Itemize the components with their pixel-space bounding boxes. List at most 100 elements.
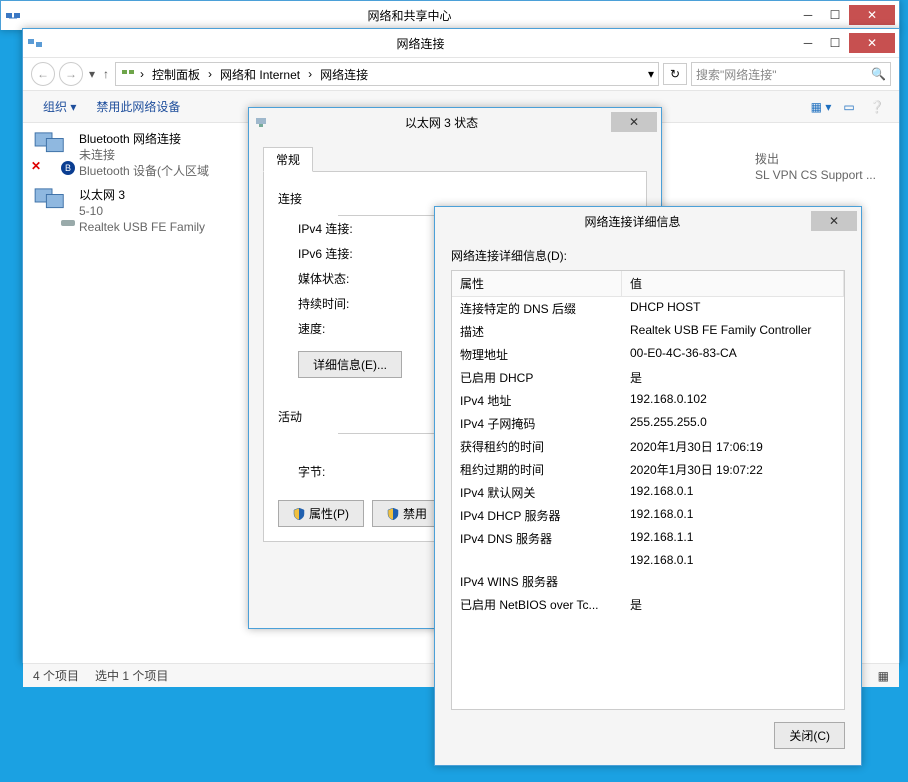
chevron-right-icon: ›	[204, 67, 216, 81]
forward-button[interactable]: →	[59, 62, 83, 86]
properties-button[interactable]: 属性(P)	[278, 500, 364, 527]
tab-general[interactable]: 常规	[263, 147, 313, 172]
value-cell: 192.168.0.1	[622, 504, 844, 527]
search-icon: 🔍	[871, 67, 886, 81]
preview-pane-button[interactable]: ▭	[837, 95, 861, 119]
up-button[interactable]: ↑	[101, 67, 111, 81]
titlebar[interactable]: 网络和共享中心 ─ ☐ ✕	[1, 1, 899, 29]
crumb-segment[interactable]: 网络连接	[316, 66, 372, 83]
table-row[interactable]: 已启用 DHCP是	[452, 366, 844, 389]
property-cell: 已启用 NetBIOS over Tc...	[452, 593, 622, 616]
property-cell: IPv4 DHCP 服务器	[452, 504, 622, 527]
table-row[interactable]: 描述Realtek USB FE Family Controller	[452, 320, 844, 343]
app-icon	[5, 7, 21, 23]
value-cell: 是	[622, 366, 844, 389]
table-row[interactable]: 连接特定的 DNS 后缀DHCP HOST	[452, 297, 844, 320]
selected-count: 选中 1 个项目	[95, 667, 168, 684]
value-cell: 192.168.1.1	[622, 527, 844, 550]
table-row[interactable]: IPv4 地址192.168.0.102	[452, 389, 844, 412]
disable-device-button[interactable]: 禁用此网络设备	[86, 98, 190, 115]
connection-status: 未连接	[79, 147, 209, 163]
value-cell: 是	[622, 593, 844, 616]
chevron-right-icon: ›	[304, 67, 316, 81]
header-property[interactable]: 属性	[452, 271, 622, 296]
search-input[interactable]: 搜索"网络连接" 🔍	[691, 62, 891, 86]
connection-name: 以太网 3	[79, 187, 205, 203]
crumb-segment[interactable]: 控制面板	[148, 66, 204, 83]
connection-status: 拨出	[755, 151, 876, 167]
details-table: 属性 值 连接特定的 DNS 后缀DHCP HOST描述Realtek USB …	[451, 270, 845, 710]
property-cell: IPv4 默认网关	[452, 481, 622, 504]
value-cell: 255.255.255.0	[622, 412, 844, 435]
minimize-button[interactable]: ─	[795, 5, 821, 25]
table-row[interactable]: IPv4 默认网关192.168.0.1	[452, 481, 844, 504]
connection-device: Realtek USB FE Family	[79, 219, 205, 235]
property-cell: 获得租约的时间	[452, 435, 622, 458]
minimize-button[interactable]: ─	[795, 33, 821, 53]
item-count: 4 个项目	[33, 667, 79, 684]
property-cell: 已启用 DHCP	[452, 366, 622, 389]
details-label: 网络连接详细信息(D):	[451, 247, 845, 264]
ethernet-connection-icon	[33, 187, 73, 227]
close-button[interactable]: ✕	[849, 33, 895, 53]
property-cell: IPv4 DNS 服务器	[452, 527, 622, 550]
value-cell	[622, 570, 844, 593]
address-bar: ← → ▾ ↑ › 控制面板 › 网络和 Internet › 网络连接 ▾ ↻…	[23, 57, 899, 91]
table-row[interactable]: 物理地址00-E0-4C-36-83-CA	[452, 343, 844, 366]
organize-menu[interactable]: 组织 ▾	[33, 98, 86, 115]
property-cell: IPv4 子网掩码	[452, 412, 622, 435]
ipv6-conn-label: IPv6 连接:	[298, 245, 418, 262]
maximize-button[interactable]: ☐	[822, 33, 848, 53]
table-header: 属性 值	[452, 271, 844, 297]
network-sharing-center-window: 网络和共享中心 ─ ☐ ✕	[0, 0, 900, 30]
connection-name: Bluetooth 网络连接	[79, 131, 209, 147]
view-tiles-icon[interactable]: ▦	[878, 669, 889, 683]
dropdown-icon[interactable]: ▾	[648, 67, 654, 81]
titlebar[interactable]: 以太网 3 状态 ✕	[249, 108, 661, 136]
connection-group-label: 连接	[278, 190, 632, 207]
value-cell: 192.168.0.102	[622, 389, 844, 412]
maximize-button[interactable]: ☐	[822, 5, 848, 25]
property-cell: 描述	[452, 320, 622, 343]
value-cell: 00-E0-4C-36-83-CA	[622, 343, 844, 366]
table-row[interactable]: 192.168.0.1	[452, 550, 844, 570]
details-button[interactable]: 详细信息(E)...	[298, 351, 402, 378]
table-row[interactable]: IPv4 DHCP 服务器192.168.0.1	[452, 504, 844, 527]
value-cell: 2020年1月30日 17:06:19	[622, 435, 844, 458]
chevron-right-icon: ›	[136, 67, 148, 81]
close-button[interactable]: ✕	[811, 211, 857, 231]
window-title: 以太网 3 状态	[273, 114, 610, 131]
search-placeholder: 搜索"网络连接"	[696, 66, 777, 83]
property-cell: 连接特定的 DNS 后缀	[452, 297, 622, 320]
view-options-button[interactable]: ▦ ▾	[809, 95, 833, 119]
table-row[interactable]: IPv4 WINS 服务器	[452, 570, 844, 593]
header-value[interactable]: 值	[622, 271, 844, 296]
ipv4-conn-label: IPv4 连接:	[298, 220, 418, 237]
back-button[interactable]: ←	[31, 62, 55, 86]
connection-item-bluetooth[interactable]: ✕ B Bluetooth 网络连接 未连接 Bluetooth 设备(个人区域	[33, 131, 243, 179]
breadcrumb[interactable]: › 控制面板 › 网络和 Internet › 网络连接 ▾	[115, 62, 659, 86]
table-row[interactable]: IPv4 DNS 服务器192.168.1.1	[452, 527, 844, 550]
titlebar[interactable]: 网络连接 ─ ☐ ✕	[23, 29, 899, 57]
media-state-label: 媒体状态:	[298, 270, 418, 287]
window-controls: ─ ☐ ✕	[794, 5, 895, 25]
titlebar[interactable]: 网络连接详细信息 ✕	[435, 207, 861, 235]
close-details-button[interactable]: 关闭(C)	[774, 722, 845, 749]
table-row[interactable]: 租约过期的时间2020年1月30日 19:07:22	[452, 458, 844, 481]
recent-dropdown[interactable]: ▾	[87, 67, 97, 81]
help-button[interactable]: ❔	[865, 95, 889, 119]
connection-device: Bluetooth 设备(个人区域	[79, 163, 209, 179]
close-button[interactable]: ✕	[611, 112, 657, 132]
table-row[interactable]: IPv4 子网掩码255.255.255.0	[452, 412, 844, 435]
close-button[interactable]: ✕	[849, 5, 895, 25]
disable-button[interactable]: 禁用	[372, 500, 442, 527]
window-title: 网络连接	[47, 35, 794, 52]
shield-icon	[387, 508, 399, 520]
table-row[interactable]: 已启用 NetBIOS over Tc...是	[452, 593, 844, 616]
refresh-button[interactable]: ↻	[663, 63, 687, 85]
table-row[interactable]: 获得租约的时间2020年1月30日 17:06:19	[452, 435, 844, 458]
connection-item-vpn[interactable]: 拨出 SL VPN CS Support ...	[755, 151, 895, 183]
connection-item-ethernet[interactable]: 以太网 3 5-10 Realtek USB FE Family	[33, 187, 243, 235]
value-cell: 192.168.0.1	[622, 550, 844, 570]
crumb-segment[interactable]: 网络和 Internet	[216, 66, 304, 83]
